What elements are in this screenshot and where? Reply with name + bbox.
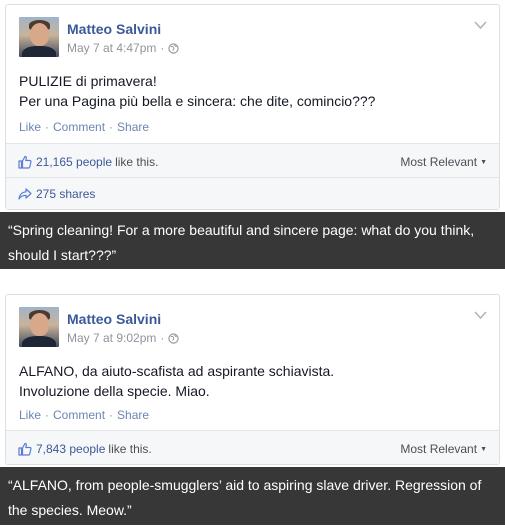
post-text: PULIZIE di primavera! Per una Pagina più…	[19, 71, 375, 111]
comment-button[interactable]: Comment	[53, 408, 105, 422]
chevron-down-icon[interactable]	[474, 21, 487, 30]
globe-icon	[168, 332, 180, 344]
share-arrow-icon	[18, 188, 32, 200]
share-button[interactable]: Share	[117, 120, 149, 134]
sort-comments-dropdown[interactable]: Most Relevant ▼	[400, 442, 487, 456]
meta-separator: ·	[160, 331, 165, 345]
comment-button[interactable]: Comment	[53, 120, 105, 134]
likes-count-link[interactable]: 21,165 people	[36, 155, 112, 169]
likes-summary: 21,165 people like this.	[18, 154, 158, 170]
translation-caption: “ALFANO, from people-smugglers’ aid to a…	[0, 467, 505, 525]
post-timestamp[interactable]: May 7 at 4:47pm	[67, 41, 156, 55]
likes-count-link[interactable]: 7,843 people	[36, 442, 105, 456]
globe-icon	[168, 42, 180, 54]
action-separator: ·	[109, 408, 114, 422]
likes-suffix: like this.	[115, 155, 159, 169]
shares-link[interactable]: 275 shares	[18, 186, 95, 202]
chevron-down-icon[interactable]	[474, 311, 487, 320]
action-separator: ·	[109, 120, 114, 134]
shares-count: 275 shares	[36, 187, 96, 201]
feedback-section: 7,843 people like this. Most Relevant ▼	[6, 430, 499, 464]
post-actions: Like · Comment · Share	[19, 408, 149, 422]
meta-separator: ·	[160, 41, 165, 55]
post-meta: May 7 at 4:47pm ·	[67, 41, 180, 55]
sort-label: Most Relevant	[400, 442, 478, 456]
author-name[interactable]: Matteo Salvini	[67, 311, 161, 327]
like-button[interactable]: Like	[19, 120, 41, 134]
likes-suffix: like this.	[108, 442, 152, 456]
avatar[interactable]	[19, 307, 59, 347]
post-text-line: PULIZIE di primavera!	[19, 73, 157, 89]
caret-down-icon: ▼	[480, 158, 487, 166]
caret-down-icon: ▼	[480, 445, 487, 453]
post-timestamp[interactable]: May 7 at 9:02pm	[67, 331, 156, 345]
post-text-line: Involuzione della specie. Miao.	[19, 383, 210, 399]
like-button[interactable]: Like	[19, 408, 41, 422]
avatar[interactable]	[19, 17, 59, 57]
translation-caption: “Spring cleaning! For a more beautiful a…	[0, 212, 505, 269]
sort-comments-dropdown[interactable]: Most Relevant ▼	[400, 155, 487, 169]
post-card: Matteo Salvini May 7 at 9:02pm · ALFANO,…	[5, 294, 500, 465]
post-meta: May 7 at 9:02pm ·	[67, 331, 180, 345]
post-text: ALFANO, da aiuto-scafista ad aspirante s…	[19, 361, 334, 401]
divider	[6, 177, 499, 178]
post-card: Matteo Salvini May 7 at 4:47pm · PULIZIE…	[5, 4, 500, 210]
post-actions: Like · Comment · Share	[19, 120, 149, 134]
action-separator: ·	[45, 120, 50, 134]
thumbs-up-icon	[18, 442, 32, 456]
likes-summary: 7,843 people like this.	[18, 441, 152, 457]
author-name[interactable]: Matteo Salvini	[67, 21, 161, 37]
feedback-section: 21,165 people like this. Most Relevant ▼…	[6, 143, 499, 209]
post-text-line: Per una Pagina più bella e sincera: che …	[19, 93, 376, 109]
share-button[interactable]: Share	[117, 408, 149, 422]
thumbs-up-icon	[18, 155, 32, 169]
post-text-line: ALFANO, da aiuto-scafista ad aspirante s…	[19, 363, 335, 379]
action-separator: ·	[45, 408, 50, 422]
sort-label: Most Relevant	[400, 155, 478, 169]
